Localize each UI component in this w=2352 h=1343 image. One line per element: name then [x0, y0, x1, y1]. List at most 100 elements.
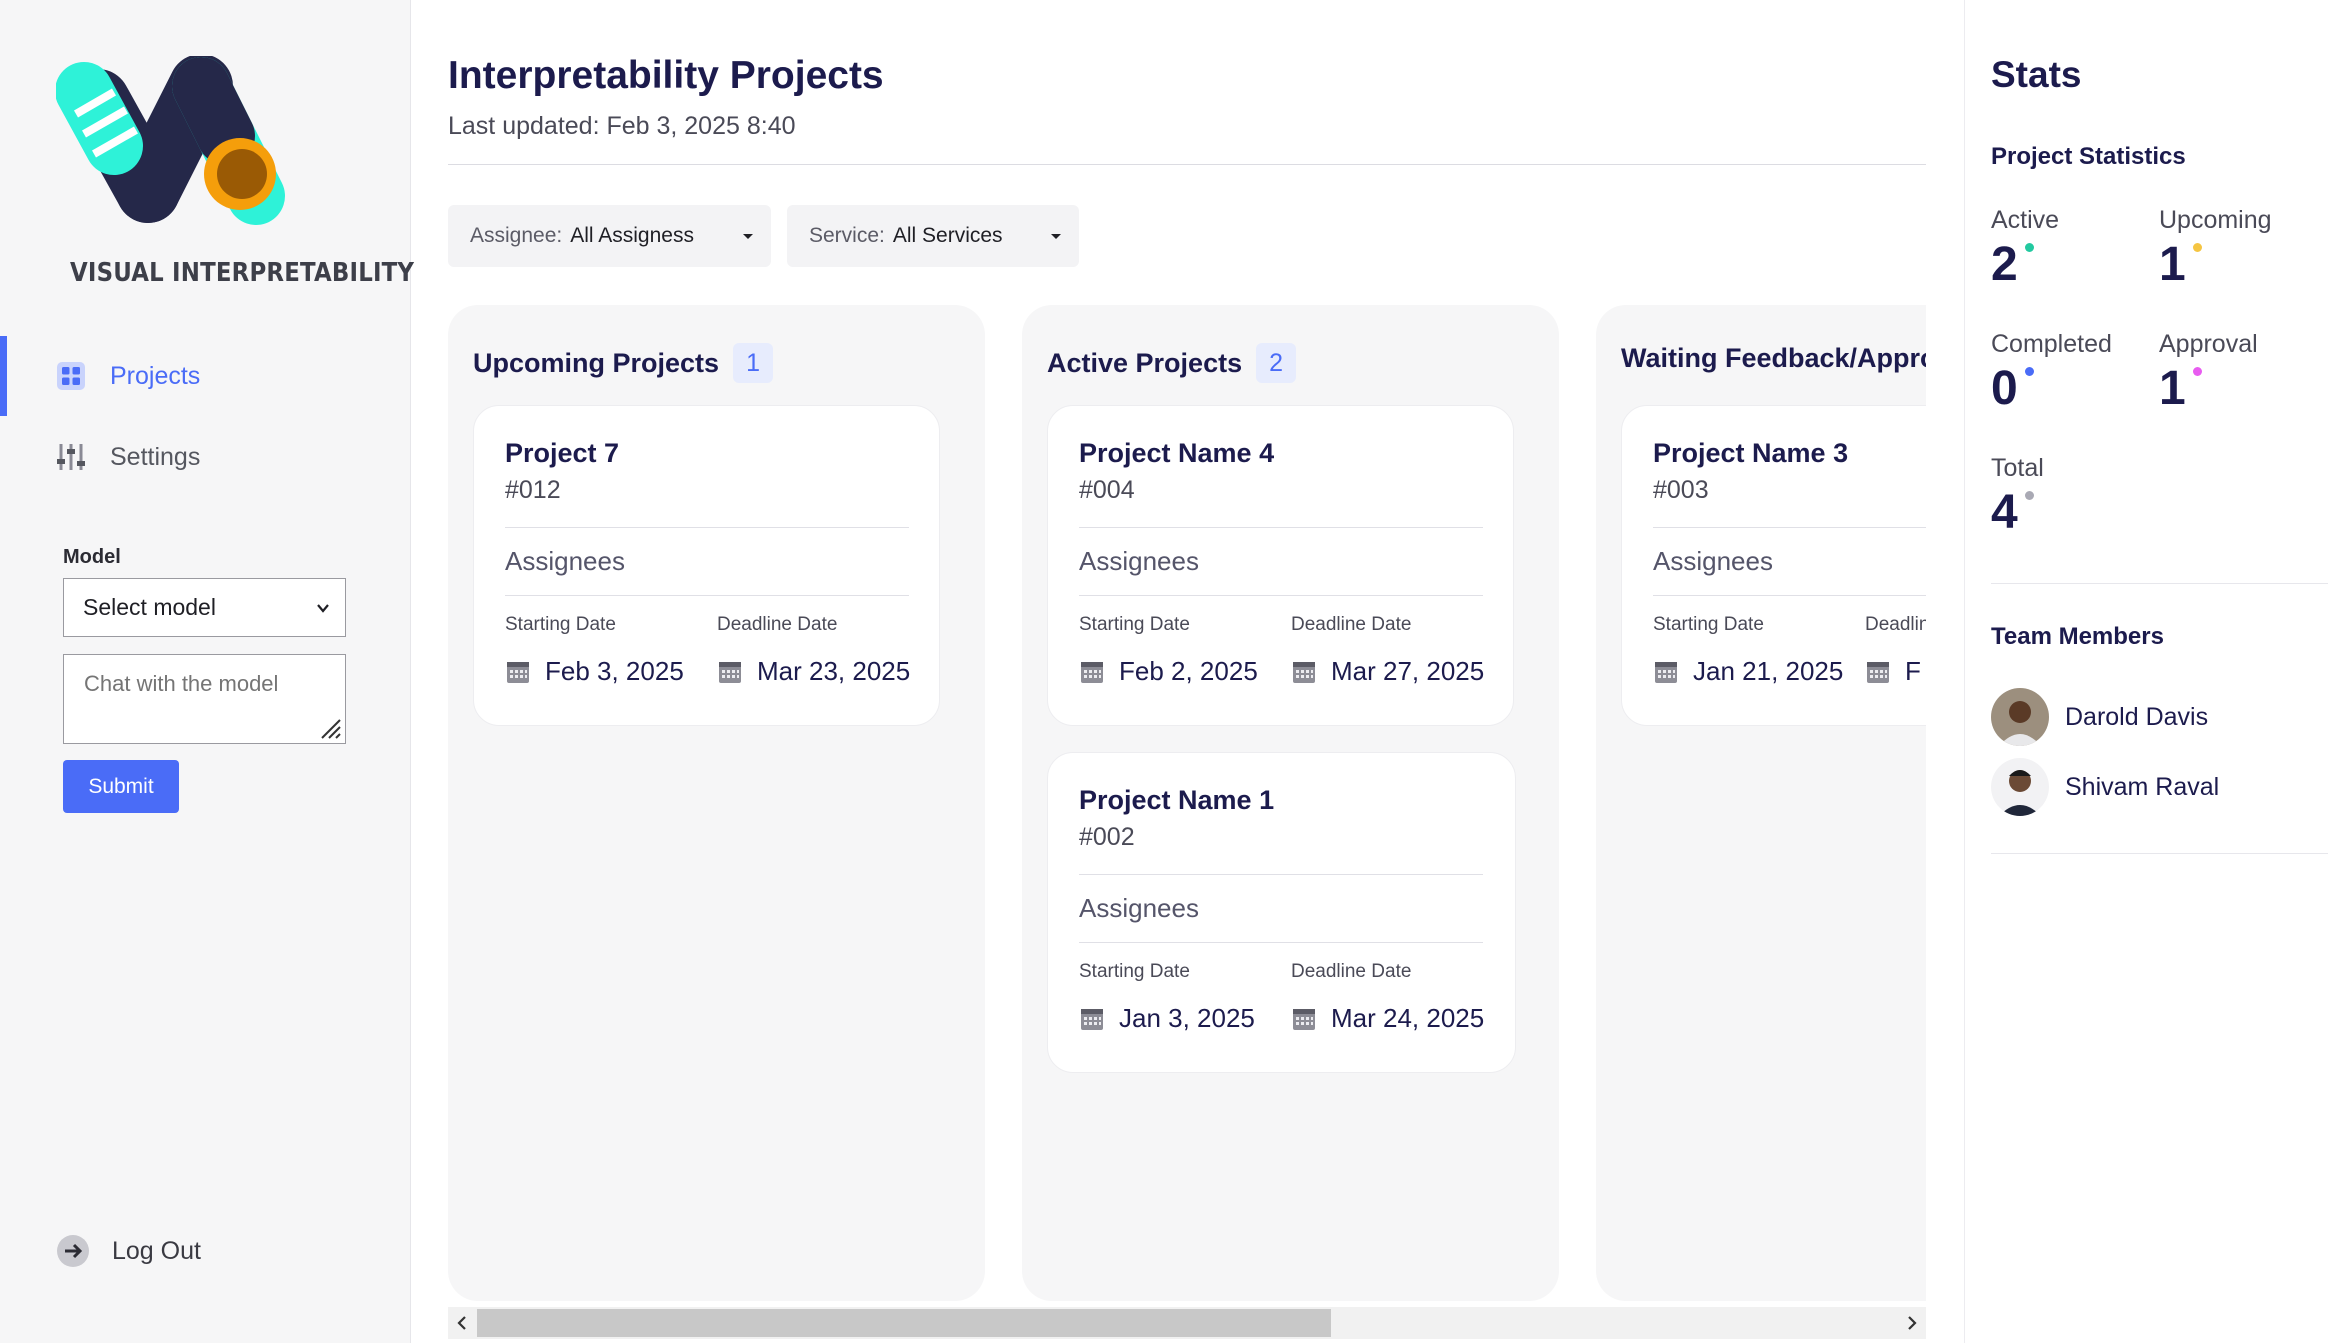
horizontal-scrollbar[interactable]: [448, 1307, 1926, 1339]
starting-date-value: Jan 21, 2025: [1693, 656, 1844, 686]
scroll-right-icon[interactable]: [1904, 1315, 1920, 1331]
grid-icon: [56, 361, 86, 391]
stat-number: 0: [1991, 362, 2018, 415]
deadline-date-label: Deadline Date: [1291, 961, 1412, 982]
project-card[interactable]: Project Name 4 #004 Assignees Starting D…: [1047, 405, 1514, 726]
status-dot: [2192, 243, 2202, 252]
deadline-date-value: Mar 23, 2025: [757, 656, 911, 686]
stat-number: 1: [2159, 362, 2186, 415]
column-upcoming: Upcoming Projects 1 Project 7 #012 Assig…: [448, 305, 985, 1301]
status-dot: [2192, 367, 2202, 376]
stat-value: 4: [1991, 485, 2034, 540]
deadline-date-value: Mar 24, 2025: [1331, 1003, 1485, 1033]
sidebar: VISUAL INTERPRETABILITY Projects Setting…: [0, 0, 414, 1343]
divider: [448, 164, 1926, 165]
sidebar-item-projects[interactable]: Projects: [0, 336, 411, 416]
member-name: Shivam Raval: [2065, 772, 2220, 801]
assignee-filter-label: Assignee:: [470, 224, 563, 247]
visual-interpretability-logo: [55, 54, 296, 246]
stat-label: Completed: [1991, 330, 2112, 358]
calendar-icon: [1291, 659, 1317, 685]
sidebar-item-label: Projects: [110, 361, 201, 390]
model-select-value: Select model: [83, 594, 216, 620]
stat-label: Approval: [2159, 330, 2258, 358]
starting-date-label: Starting Date: [505, 614, 616, 635]
divider: [1079, 595, 1483, 596]
team-member[interactable]: Shivam Raval: [1991, 758, 2219, 816]
calendar-icon: [717, 659, 743, 685]
deadline-date-value: F: [1905, 656, 1921, 686]
project-id: #012: [505, 476, 561, 504]
project-card[interactable]: Project 7 #012 Assignees Starting Date D…: [473, 405, 940, 726]
assignees-label: Assignees: [1653, 546, 1773, 576]
deadline-date-value: Mar 27, 2025: [1331, 656, 1485, 686]
starting-date-label: Starting Date: [1079, 614, 1190, 635]
sidebar-item-settings[interactable]: Settings: [0, 417, 411, 497]
submit-button[interactable]: Submit: [63, 760, 179, 813]
chevron-down-icon: [313, 597, 333, 617]
logout-label: Log Out: [112, 1236, 201, 1265]
stats-panel: Stats Project Statistics Active 2 Upcomi…: [1964, 0, 2352, 1343]
resize-handle-icon[interactable]: [318, 716, 342, 740]
starting-date: Feb 2, 2025: [1079, 656, 1258, 687]
project-id: #004: [1079, 476, 1135, 504]
assignees-label: Assignees: [505, 546, 625, 576]
column-header: Upcoming Projects 1: [473, 343, 774, 383]
starting-date-label: Starting Date: [1653, 614, 1764, 635]
deadline-date: F: [1865, 656, 1921, 687]
starting-date-value: Jan 3, 2025: [1119, 1003, 1255, 1033]
scroll-left-icon[interactable]: [454, 1315, 470, 1331]
sidebar-item-label: Settings: [110, 442, 201, 471]
project-name: Project Name 4: [1079, 438, 1275, 468]
starting-date-label: Starting Date: [1079, 961, 1190, 982]
stat-number: 1: [2159, 238, 2186, 291]
page-title: Interpretability Projects: [448, 54, 884, 97]
starting-date: Jan 21, 2025: [1653, 656, 1843, 687]
chat-input[interactable]: [63, 654, 346, 744]
column-count-badge: 2: [1256, 343, 1297, 383]
deadline-date: Mar 27, 2025: [1291, 656, 1484, 687]
divider: [1079, 874, 1483, 875]
status-dot: [2024, 367, 2034, 376]
model-select[interactable]: Select model: [63, 578, 346, 637]
scrollbar-thumb[interactable]: [477, 1309, 1331, 1337]
team-member[interactable]: Darold Davis: [1991, 688, 2208, 746]
team-members-title: Team Members: [1991, 623, 2164, 650]
project-name: Project Name 1: [1079, 785, 1275, 815]
service-filter[interactable]: Service: All Services: [787, 205, 1079, 267]
deadline-date-label: Deadline Date: [1291, 614, 1412, 635]
stats-title: Stats: [1991, 54, 2082, 95]
assignee-filter-value: All Assigness: [570, 224, 694, 247]
caret-down-icon: [1051, 234, 1061, 239]
starting-date: Jan 3, 2025: [1079, 1003, 1255, 1034]
service-filter-label: Service:: [809, 224, 885, 247]
avatar: [1991, 688, 2049, 746]
stat-label: Total: [1991, 454, 2044, 482]
divider: [1653, 527, 1926, 528]
last-updated: Last updated: Feb 3, 2025 8:40: [448, 112, 796, 140]
status-dot: [2024, 243, 2034, 252]
stat-number: 2: [1991, 238, 2018, 291]
service-filter-value: All Services: [892, 224, 1003, 247]
starting-date-value: Feb 2, 2025: [1119, 656, 1258, 686]
stat-value: 2: [1991, 237, 2034, 292]
status-dot: [2024, 491, 2034, 500]
stat-label: Active: [1991, 206, 2060, 234]
model-label: Model: [63, 546, 121, 568]
calendar-icon: [1653, 659, 1679, 685]
divider: [1079, 527, 1483, 528]
project-card[interactable]: Project Name 1 #002 Assignees Starting D…: [1047, 752, 1516, 1073]
stat-active: Active 2: [1991, 206, 2059, 292]
deadline-date: Mar 24, 2025: [1291, 1003, 1484, 1034]
stat-value: 0: [1991, 361, 2034, 416]
deadline-date-label: Deadline Date: [1865, 614, 1926, 635]
column-count-badge: 1: [733, 343, 774, 383]
stat-total: Total 4: [1991, 454, 2044, 540]
stat-completed: Completed 0: [1991, 330, 2112, 416]
project-card[interactable]: Project Name 3 #003 Assignees Starting D…: [1621, 405, 1926, 726]
logout-button[interactable]: Log Out: [56, 1234, 201, 1268]
assignee-filter[interactable]: Assignee: All Assigness: [448, 205, 771, 267]
calendar-icon: [1079, 659, 1105, 685]
assignees-label: Assignees: [1079, 893, 1199, 923]
divider: [505, 595, 909, 596]
